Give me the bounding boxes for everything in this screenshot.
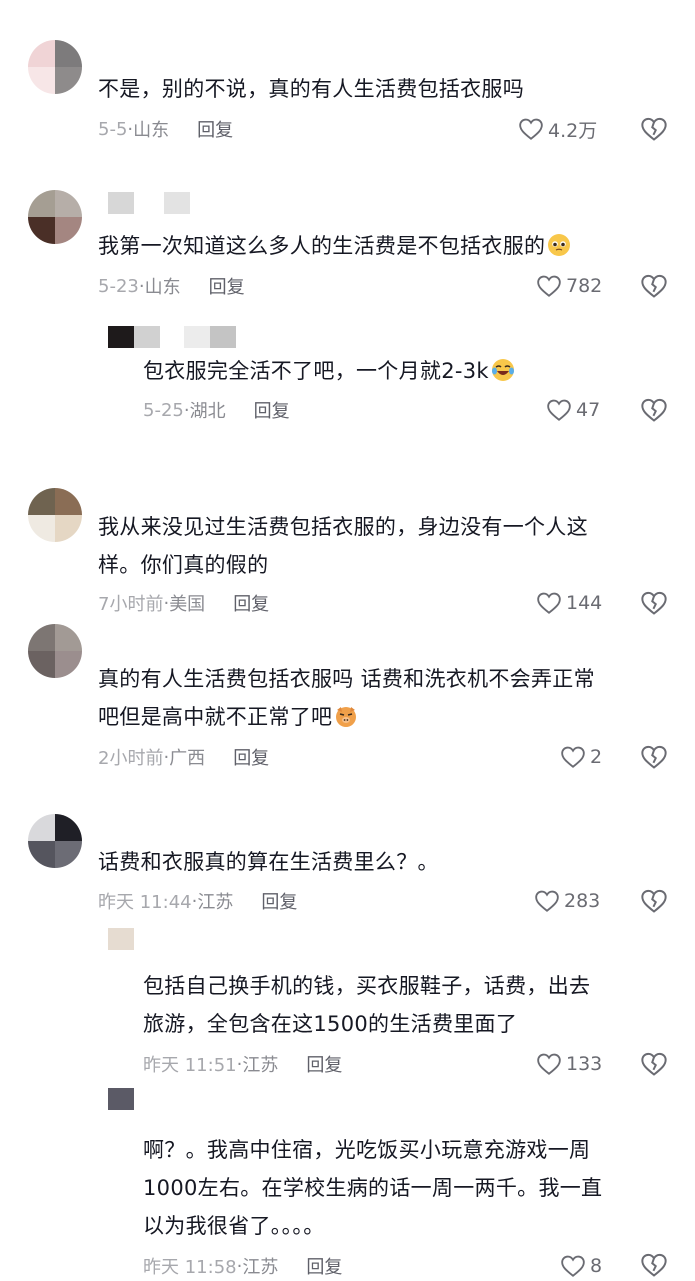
reply-button[interactable]: 回复	[233, 744, 269, 770]
comment-date: 5-5	[98, 118, 128, 140]
heart-outline-icon	[537, 1053, 561, 1075]
username-blurred	[108, 192, 190, 214]
heart-outline-icon	[561, 1255, 585, 1277]
heart-outline-icon	[537, 275, 561, 297]
like-count: 4.2万	[548, 119, 598, 142]
comment-date: 5-23	[98, 275, 139, 297]
broken-heart-icon[interactable]	[640, 115, 668, 143]
reply-button[interactable]: 回复	[261, 888, 297, 914]
like-button[interactable]: 4.2万	[518, 114, 597, 144]
like-count: 144	[566, 592, 603, 614]
avatar[interactable]	[28, 814, 82, 868]
like-button[interactable]: 133	[536, 1049, 602, 1079]
comment-text: 真的有人生活费包括衣服吗 话费和洗衣机不会弄正常 吧但是高中就不正常了吧	[98, 660, 595, 736]
like-button[interactable]: 782	[536, 271, 602, 301]
comment-location: 江苏	[197, 892, 234, 913]
broken-heart-icon[interactable]	[640, 743, 668, 771]
comment-location: 江苏	[242, 1055, 279, 1076]
comment-meta: 7小时前 · 美国 回复	[98, 588, 269, 618]
like-button[interactable]: 47	[546, 395, 600, 425]
like-button[interactable]: 144	[536, 588, 602, 618]
comment-text: 啊？。我高中住宿，光吃饭买小玩意充游戏一周 1000左右。在学校生病的话一周一两…	[143, 1138, 603, 1238]
like-count: 133	[566, 1053, 603, 1075]
comment-location: 广西	[169, 748, 206, 769]
heart-outline-icon	[537, 592, 561, 614]
comment-date: 昨天 11:58	[143, 1257, 237, 1278]
broken-heart-icon[interactable]	[640, 1251, 668, 1279]
comment-location: 江苏	[242, 1257, 279, 1278]
comment-text: 不是，别的不说，真的有人生活费包括衣服吗	[98, 77, 524, 101]
comment-date: 5-25	[143, 399, 184, 421]
comment-meta: 5-23 · 山东 回复	[98, 271, 245, 301]
comment-text: 话费和衣服真的算在生活费里么？。	[98, 850, 439, 874]
comment-location: 美国	[169, 594, 206, 615]
comment-meta: 昨天 11:51 · 江苏 回复	[143, 1049, 342, 1079]
comment-date: 7小时前	[98, 594, 164, 615]
comment-meta: 昨天 11:58 · 江苏 回复	[143, 1251, 342, 1281]
comment-text-content: 我第一次知道这么多人的生活费是不包括衣服的	[98, 234, 546, 258]
heart-outline-icon	[547, 399, 571, 421]
reply-button[interactable]: 回复	[197, 116, 233, 142]
comment-meta: 2小时前 · 广西 回复	[98, 742, 269, 772]
username-blurred	[108, 1088, 134, 1110]
comment-text: 我从来没见过生活费包括衣服的，身边没有一个人这 样。你们真的假的	[98, 515, 588, 577]
broken-heart-icon[interactable]	[640, 396, 668, 424]
broken-heart-icon[interactable]	[640, 1050, 668, 1078]
comment-meta: 5-5 · 山东 回复	[98, 114, 233, 144]
comment-text: 包括自己换手机的钱，买衣服鞋子，话费，出去 旅游，全包含在这1500的生活费里面…	[143, 974, 591, 1036]
username-blurred	[108, 928, 134, 950]
reply-button[interactable]: 回复	[306, 1253, 342, 1279]
avatar[interactable]	[28, 40, 82, 94]
like-count: 782	[566, 275, 603, 297]
like-count: 2	[590, 746, 603, 768]
reply-button[interactable]: 回复	[209, 273, 245, 299]
tears-of-joy-emoji	[491, 359, 514, 381]
username-blurred	[108, 326, 236, 348]
like-count: 8	[590, 1255, 603, 1277]
reply-button[interactable]: 回复	[306, 1051, 342, 1077]
like-count: 283	[564, 890, 601, 912]
like-button[interactable]: 8	[560, 1251, 602, 1281]
avatar[interactable]	[28, 624, 82, 678]
comment-location: 山东	[133, 120, 170, 141]
comment-location: 湖北	[189, 401, 226, 422]
reply-button[interactable]: 回复	[233, 590, 269, 616]
comment-text: 我第一次知道这么多人的生活费是不包括衣服的	[98, 227, 571, 265]
like-count: 47	[576, 399, 601, 421]
pleading-face-emoji	[548, 234, 571, 256]
comment-meta: 昨天 11:44 · 江苏 回复	[98, 886, 297, 916]
comment-meta: 5-25 · 湖北 回复	[143, 395, 290, 425]
pig-face-emoji	[336, 707, 357, 727]
comment-date: 昨天 11:44	[98, 892, 192, 913]
comment-text: 包衣服完全活不了吧，一个月就2-3k	[143, 352, 515, 390]
broken-heart-icon[interactable]	[640, 589, 668, 617]
heart-outline-icon	[519, 118, 543, 140]
like-button[interactable]: 2	[560, 742, 602, 772]
comment-text-content: 包衣服完全活不了吧，一个月就2-3k	[143, 359, 489, 383]
avatar[interactable]	[28, 190, 82, 244]
heart-outline-icon	[535, 890, 559, 912]
avatar[interactable]	[28, 488, 82, 542]
reply-button[interactable]: 回复	[254, 397, 290, 423]
comment-location: 山东	[144, 277, 181, 298]
comment-date: 昨天 11:51	[143, 1055, 237, 1076]
comment-date: 2小时前	[98, 748, 164, 769]
like-button[interactable]: 283	[534, 886, 600, 916]
heart-outline-icon	[561, 746, 585, 768]
broken-heart-icon[interactable]	[640, 272, 668, 300]
broken-heart-icon[interactable]	[640, 887, 668, 915]
